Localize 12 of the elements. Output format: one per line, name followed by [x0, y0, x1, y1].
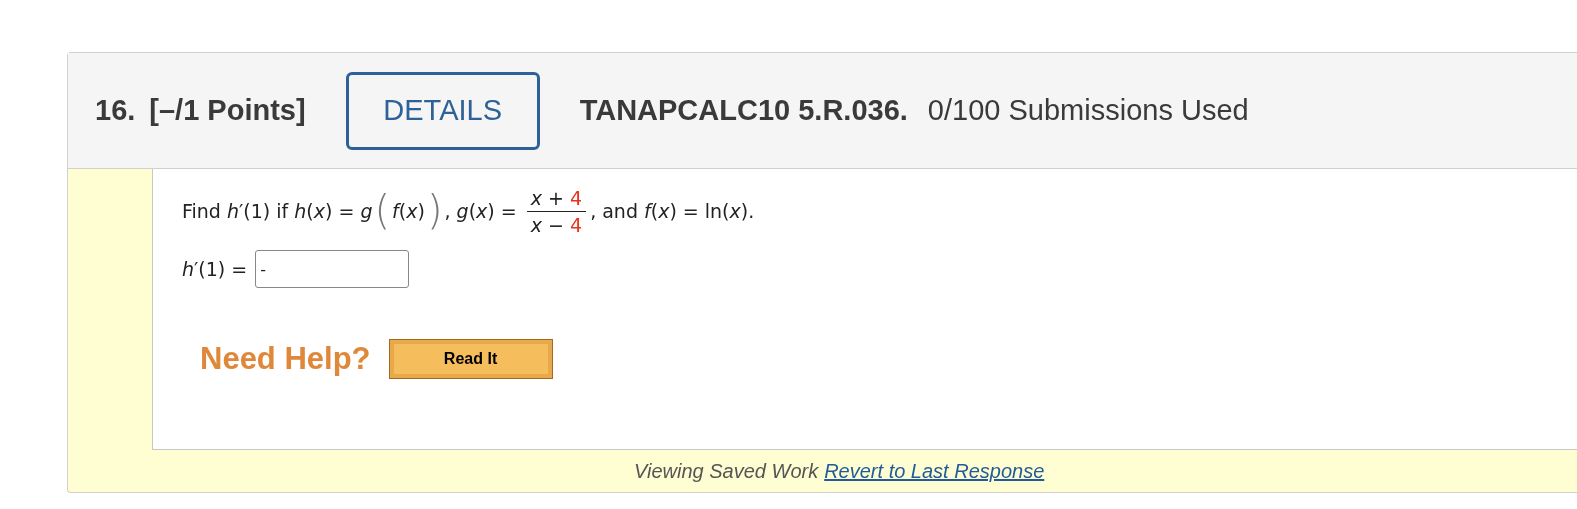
submissions-count: 0/100 Submissions Used — [927, 92, 1249, 128]
question-text: Find h′(1) if h(x) = g(f(x)), g(x) = x + 4 x − 4 , and f(x) = ln(x). — [182, 185, 755, 238]
read-it-button[interactable]: Read It — [388, 339, 553, 380]
answer-label: h′(1) = — [182, 256, 248, 282]
details-button[interactable]: DETAILS — [345, 71, 540, 150]
points-label: [–/1 Points] — [149, 92, 306, 128]
revert-link[interactable]: Revert to Last Response — [824, 456, 1045, 486]
problem-id: TANAPCALC10 5.R.036. — [579, 92, 908, 128]
status-text: Viewing Saved Work — [634, 459, 819, 484]
question-number: 16. — [95, 92, 136, 128]
answer-field[interactable]: - — [255, 250, 410, 288]
need-help-label: Need Help? — [200, 340, 371, 378]
